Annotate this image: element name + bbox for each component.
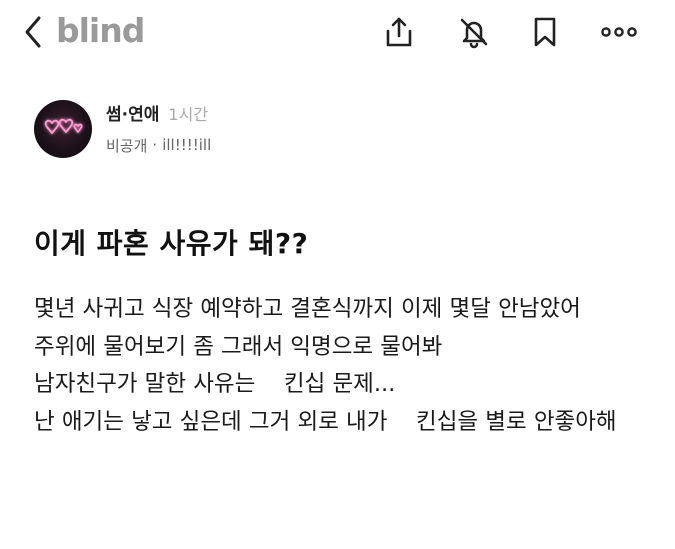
neon-hearts-icon <box>44 118 83 134</box>
topic-link[interactable]: 썸·연애 <box>106 100 159 125</box>
share-button[interactable] <box>381 14 417 50</box>
avatar[interactable] <box>34 100 92 158</box>
visibility-label: 비공개 <box>106 136 148 155</box>
bell-off-icon <box>460 18 488 49</box>
bookmark-button[interactable] <box>527 14 563 50</box>
meta-separator: · <box>152 136 158 154</box>
post-body: 몇년 사귀고 식장 예약하고 결혼식까지 이제 몇달 안남았어 주위에 물어보기… <box>34 296 617 435</box>
top-bar: blind <box>0 0 675 66</box>
author-meta: 썸·연애 1시간 비공개 · ill!!!!ill <box>106 100 406 156</box>
post-time: 1시간 <box>168 105 209 124</box>
author-nickname: ill!!!!ill <box>162 136 212 154</box>
bookmark-icon <box>534 17 556 47</box>
post-title: 이게 파혼 사유가 돼?? <box>34 227 309 260</box>
back-button[interactable] <box>18 14 48 50</box>
share-icon <box>386 17 412 47</box>
more-options-button[interactable] <box>598 14 640 50</box>
app-logo: blind <box>56 11 145 50</box>
notification-off-button[interactable] <box>456 14 492 50</box>
more-dots-icon <box>601 27 637 37</box>
chevron-left-icon <box>25 16 41 48</box>
